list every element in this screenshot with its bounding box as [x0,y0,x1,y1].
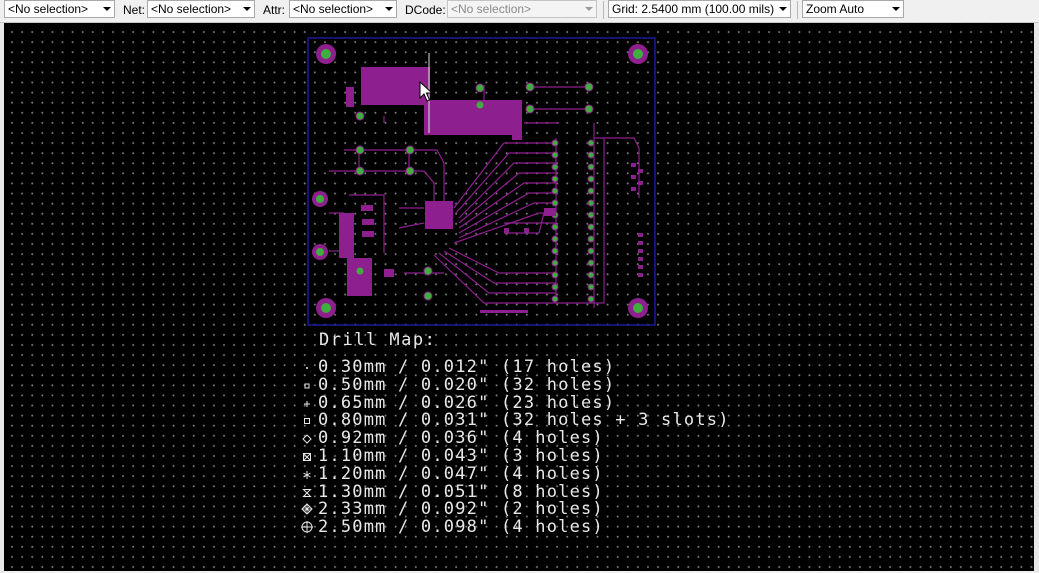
gerber-canvas[interactable]: Drill Map: 0.30mm / 0.012" (17 holes) 0.… [4,23,1034,571]
net-dropdown-value: <No selection> [151,2,232,16]
square-icon [304,418,310,425]
dcode-dropdown[interactable]: <No selection> [447,0,597,18]
square-x-icon [303,452,311,461]
diamond-x-icon [301,503,313,516]
asterisk-icon [303,470,311,479]
net-dropdown[interactable]: <No selection> [147,0,255,18]
small-square-icon [304,383,310,389]
chevron-down-icon [585,7,593,11]
circle-plus-icon [301,521,313,534]
net-label: Net: [123,3,146,17]
selection-dropdown-value: <No selection> [8,2,89,16]
selection-dropdown[interactable]: <No selection> [4,0,115,18]
hourglass-icon [302,488,312,497]
grid-dropdown-value: Grid: 2.5400 mm (100.00 mils) [612,2,775,16]
diamond-icon [302,434,312,444]
grid-dropdown[interactable]: Grid: 2.5400 mm (100.00 mils) [608,0,791,18]
toolbar-separator [797,1,798,19]
toolbar-separator [603,1,604,19]
zoom-dropdown-value: Zoom Auto [806,2,865,16]
chevron-down-icon [103,7,111,11]
mouse-pointer-icon [419,81,433,102]
chevron-down-icon [243,7,251,11]
zoom-dropdown[interactable]: Zoom Auto [802,0,904,18]
chevron-down-icon [779,7,787,11]
chevron-down-icon [892,7,900,11]
dcode-label: DCode: [405,3,446,17]
dot-icon [306,367,308,369]
attr-dropdown-value: <No selection> [293,2,374,16]
dcode-dropdown-value: <No selection> [451,2,532,16]
chevron-down-icon [385,7,393,11]
attr-label: Attr: [263,3,286,17]
attr-dropdown[interactable]: <No selection> [289,0,397,18]
drill-map-entry-text: 2.50mm / 0.098" (4 holes) [318,517,604,538]
drill-map-title: Drill Map: [319,330,437,350]
right-border [1034,23,1039,573]
plus-icon [304,400,310,407]
toolbar: <No selection> Net: <No selection> Attr:… [0,0,1039,23]
